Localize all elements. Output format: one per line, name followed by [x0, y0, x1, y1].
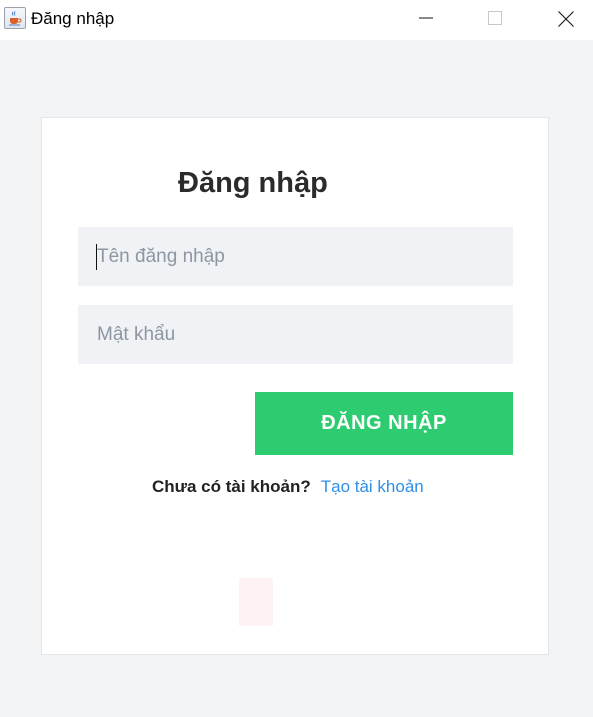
- minimize-button[interactable]: [403, 0, 449, 36]
- maximize-button[interactable]: [472, 0, 518, 36]
- page-title: Đăng nhập: [178, 167, 328, 199]
- window-title: Đăng nhập: [31, 9, 115, 28]
- password-input[interactable]: [78, 305, 513, 364]
- login-window: Đăng nhập Đăng nhập ĐĂNG NHẬP Chưa có tà…: [0, 0, 593, 717]
- username-input[interactable]: [78, 227, 513, 286]
- login-button[interactable]: ĐĂNG NHẬP: [255, 392, 513, 455]
- close-button[interactable]: [542, 0, 588, 36]
- text-caret: [96, 244, 97, 270]
- signup-row: Chưa có tài khoản? Tạo tài khoản: [152, 477, 424, 497]
- message-area: [239, 578, 273, 626]
- maximize-icon: [488, 11, 502, 25]
- close-icon: [558, 11, 574, 27]
- signup-prompt: Chưa có tài khoản?: [152, 477, 311, 496]
- java-cup-icon: [4, 7, 26, 29]
- minimize-icon: [419, 17, 433, 19]
- create-account-link[interactable]: Tạo tài khoản: [321, 477, 424, 496]
- title-bar[interactable]: Đăng nhập: [0, 0, 593, 40]
